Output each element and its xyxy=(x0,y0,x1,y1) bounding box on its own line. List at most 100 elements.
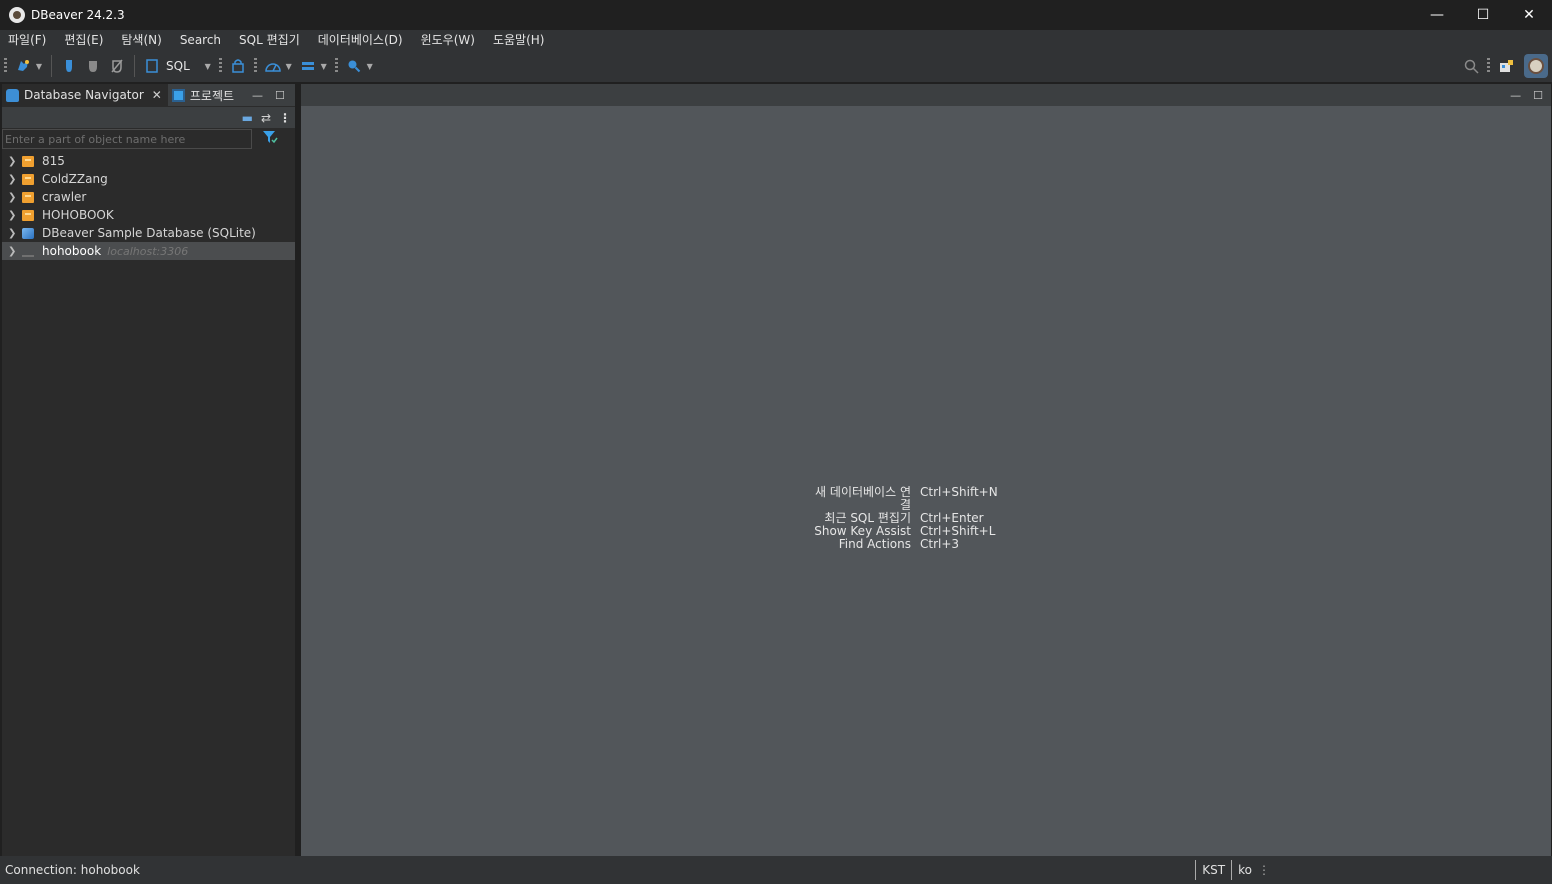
tree-item-hohobook-folder[interactable]: ❯ HOHOBOOK xyxy=(2,206,295,224)
project-icon xyxy=(171,88,185,102)
performance-dropdown-icon[interactable]: ▼ xyxy=(285,57,293,75)
editor-tabbar: — ☐ xyxy=(301,84,1551,106)
object-filter-input[interactable] xyxy=(2,129,252,149)
shortcut-label: Find Actions xyxy=(838,537,911,551)
title-bar: DBeaver 24.2.3 — ☐ ✕ xyxy=(0,0,1552,30)
tree-item-sample-database[interactable]: ❯ DBeaver Sample Database (SQLite) xyxy=(2,224,295,242)
connect-icon[interactable] xyxy=(60,57,78,75)
navigator-toolbar: ▬ ⇄ ⋮ xyxy=(2,106,295,128)
new-connection-icon[interactable] xyxy=(14,57,32,75)
filter-row xyxy=(2,128,295,150)
tab-projects[interactable]: 프로젝트 xyxy=(168,84,240,106)
filter-icon[interactable] xyxy=(262,130,278,148)
locale-indicator[interactable]: ko xyxy=(1231,860,1258,880)
timezone-indicator[interactable]: KST xyxy=(1195,860,1231,880)
editor-area: — ☐ xyxy=(301,84,1551,856)
minimize-button[interactable]: — xyxy=(1414,0,1460,30)
tree-item-label: hohobook xyxy=(42,244,102,258)
shortcut-keys: Ctrl+Shift+N xyxy=(920,485,998,499)
menu-database[interactable]: 데이터베이스(D) xyxy=(310,30,413,50)
chevron-right-icon[interactable]: ❯ xyxy=(8,156,18,167)
connection-status: Connection: hohobook xyxy=(5,863,140,877)
tree-item-hohobook-connection[interactable]: ❯ hohobook localhost:3306 xyxy=(2,242,295,260)
performance-icon[interactable] xyxy=(264,57,282,75)
folder-icon xyxy=(22,173,34,185)
tree-item-label: 815 xyxy=(42,154,65,168)
tab-database-navigator[interactable]: Database Navigator ✕ xyxy=(2,84,168,106)
tree-item-coldzzang[interactable]: ❯ ColdZZang xyxy=(2,170,295,188)
collapse-all-icon[interactable]: ▬ xyxy=(242,111,253,125)
database-icon xyxy=(6,88,19,102)
mysql-icon xyxy=(22,246,34,257)
user-avatar-icon[interactable] xyxy=(1524,54,1548,78)
toolbar-grip[interactable] xyxy=(1487,58,1490,74)
commit-dropdown-icon[interactable]: ▼ xyxy=(320,57,328,75)
transaction-icon[interactable] xyxy=(229,57,247,75)
window-title: DBeaver 24.2.3 xyxy=(31,8,125,22)
menu-help[interactable]: 도움말(H) xyxy=(485,30,555,50)
menu-file[interactable]: 파일(F) xyxy=(0,30,56,50)
invalidate-icon[interactable] xyxy=(108,57,126,75)
folder-icon xyxy=(22,209,34,221)
tree-item-label: crawler xyxy=(42,190,87,204)
tree-item-label: HOHOBOOK xyxy=(42,208,114,222)
link-with-editor-icon[interactable]: ⇄ xyxy=(261,111,271,125)
tree-item-label: ColdZZang xyxy=(42,172,108,186)
global-search-icon[interactable] xyxy=(1462,57,1480,75)
status-right: KST ko ⋮ xyxy=(1195,856,1270,884)
menu-window[interactable]: 윈도우(W) xyxy=(413,30,485,50)
avatar xyxy=(1528,58,1544,74)
chevron-right-icon[interactable]: ❯ xyxy=(8,228,18,239)
minimize-panel-icon[interactable]: — xyxy=(252,84,263,106)
toolbar-separator xyxy=(134,55,135,77)
toolbar-grip[interactable] xyxy=(218,58,222,74)
tree-item-815[interactable]: ❯ 815 xyxy=(2,152,295,170)
shortcut-label: 새 데이터베이스 연결 xyxy=(815,485,911,512)
menu-edit[interactable]: 편집(E) xyxy=(56,30,113,50)
perspective-icon[interactable] xyxy=(1497,57,1515,75)
dbeaver-logo-icon xyxy=(9,7,25,23)
maximize-button[interactable]: ☐ xyxy=(1460,0,1506,30)
commit-icon[interactable] xyxy=(299,57,317,75)
database-navigator-panel: Database Navigator ✕ 프로젝트 — ☐ ▬ ⇄ ⋮ ❯ 81… xyxy=(2,84,295,856)
menu-search[interactable]: Search xyxy=(172,30,231,50)
sql-button-label[interactable]: SQL xyxy=(166,59,190,73)
toolbar-separator xyxy=(51,55,52,77)
chevron-right-icon[interactable]: ❯ xyxy=(8,192,18,203)
toolbar-right xyxy=(1459,50,1548,82)
close-button[interactable]: ✕ xyxy=(1506,0,1552,30)
menu-navigate[interactable]: 탐색(N) xyxy=(113,30,171,50)
chevron-right-icon[interactable]: ❯ xyxy=(8,174,18,185)
status-more-icon[interactable]: ⋮ xyxy=(1258,863,1270,877)
minimize-editor-icon[interactable]: — xyxy=(1510,89,1521,102)
navigator-tabbar: Database Navigator ✕ 프로젝트 — ☐ xyxy=(2,84,295,106)
toolbar-grip[interactable] xyxy=(334,58,338,74)
chevron-right-icon[interactable]: ❯ xyxy=(8,210,18,221)
toolbar-grip[interactable] xyxy=(253,58,257,74)
window-controls: — ☐ ✕ xyxy=(1414,0,1552,30)
disconnect-icon[interactable] xyxy=(84,57,102,75)
sql-dropdown-icon[interactable]: ▼ xyxy=(204,57,212,75)
toolbar-grip[interactable] xyxy=(4,58,7,74)
menu-sql-editor[interactable]: SQL 편집기 xyxy=(231,30,310,50)
folder-icon xyxy=(22,155,34,167)
search-dropdown-icon[interactable]: ▼ xyxy=(366,57,374,75)
sqlite-icon xyxy=(22,227,34,239)
chevron-right-icon[interactable]: ❯ xyxy=(8,246,18,257)
close-icon[interactable]: ✕ xyxy=(152,88,162,102)
shortcut-keys: Ctrl+3 xyxy=(920,537,960,551)
maximize-panel-icon[interactable]: ☐ xyxy=(275,84,285,106)
folder-icon xyxy=(22,191,34,203)
status-bar: Connection: hohobook KST ko ⋮ xyxy=(0,856,1552,884)
tree-item-label: DBeaver Sample Database (SQLite) xyxy=(42,226,256,240)
new-connection-dropdown-icon[interactable]: ▼ xyxy=(35,57,43,75)
maximize-editor-icon[interactable]: ☐ xyxy=(1533,89,1543,102)
shortcut-hints: 새 데이터베이스 연결 Ctrl+Shift+N 최근 SQL 편집기 Ctrl… xyxy=(806,486,998,551)
search-icon[interactable] xyxy=(345,57,363,75)
editor-controls: — ☐ xyxy=(1498,84,1543,106)
tab-label: Database Navigator xyxy=(24,88,144,102)
sql-editor-icon[interactable] xyxy=(143,57,161,75)
connection-tree: ❯ 815 ❯ ColdZZang ❯ crawler ❯ HOHOBOOK ❯… xyxy=(2,152,295,260)
view-menu-icon[interactable]: ⋮ xyxy=(279,111,291,125)
tree-item-crawler[interactable]: ❯ crawler xyxy=(2,188,295,206)
